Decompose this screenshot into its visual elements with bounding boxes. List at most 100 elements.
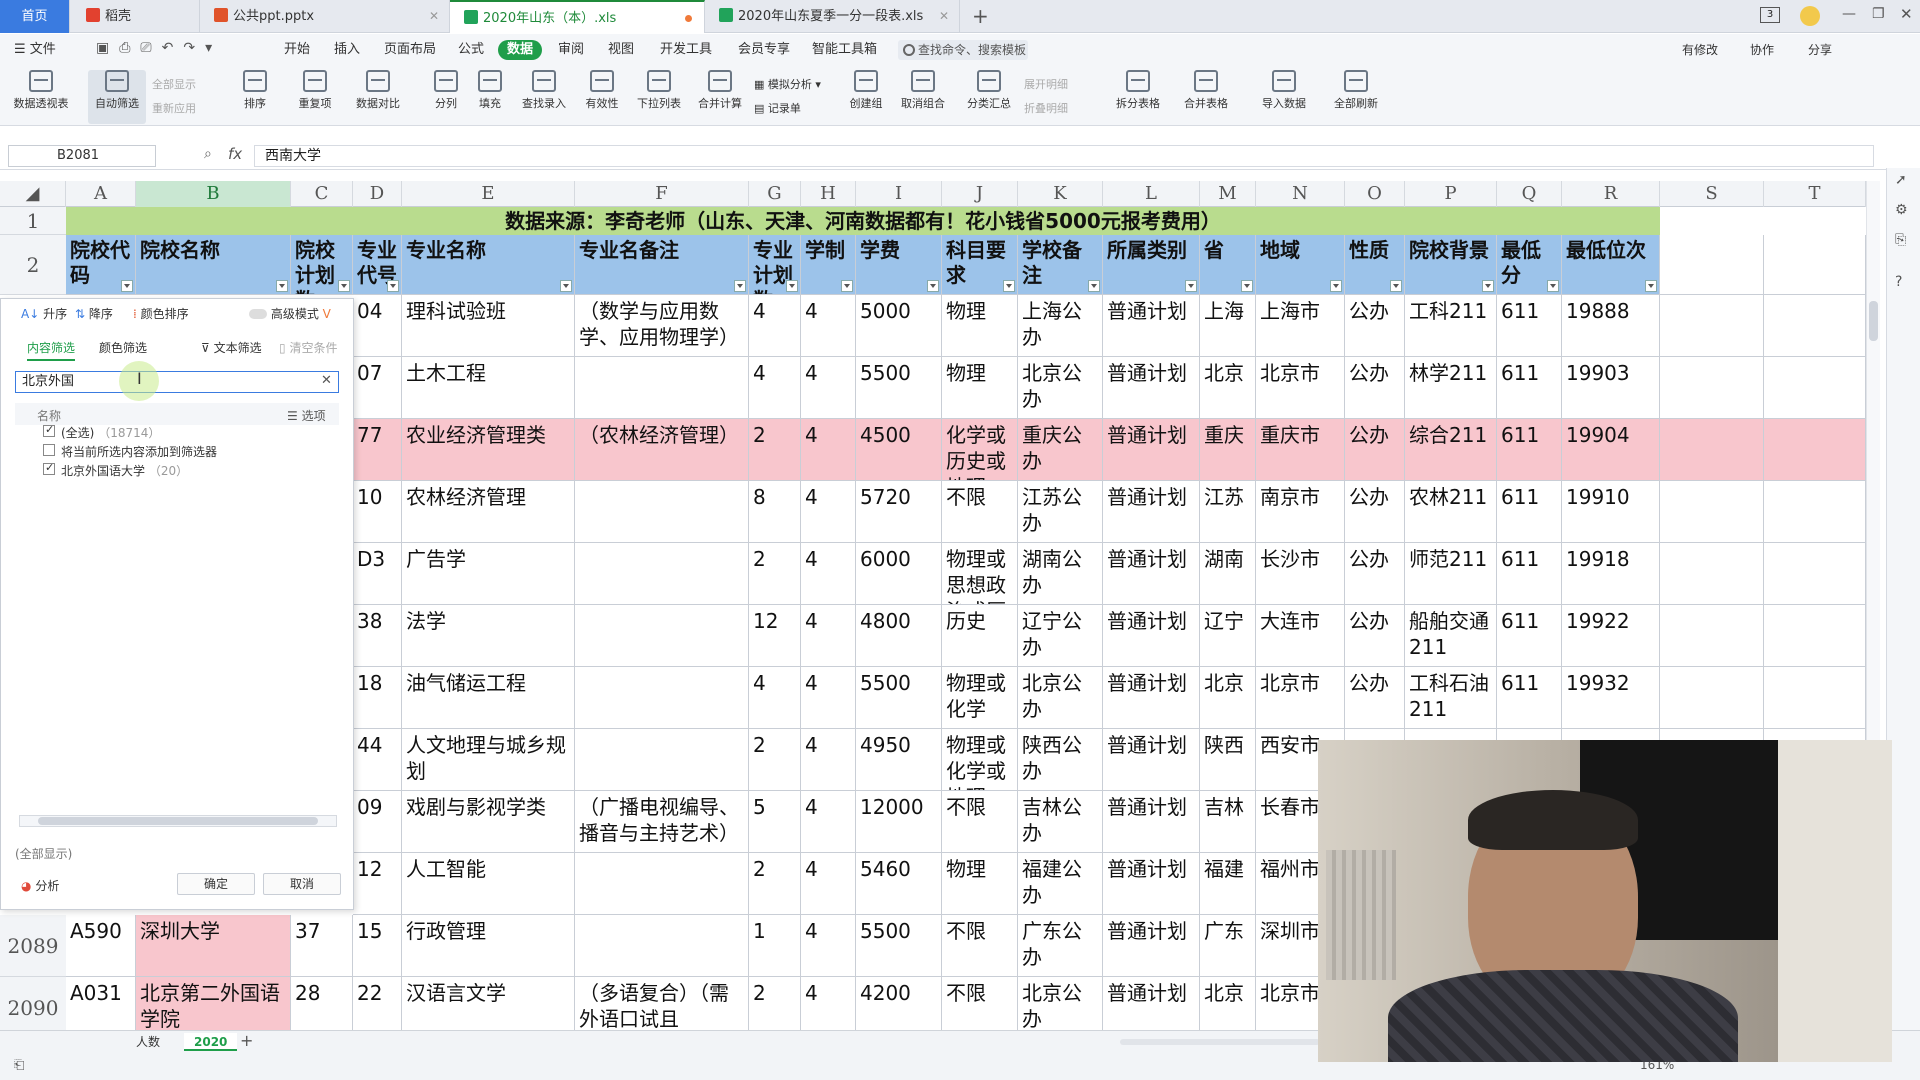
column-header-q[interactable]: Q	[1497, 181, 1562, 207]
tab-excel-shandong[interactable]: 2020年山东（本）.xls	[450, 0, 705, 33]
table-cell[interactable]: 4	[749, 667, 801, 729]
sort-by-color-button[interactable]: ⁞ 颜色排序	[133, 305, 189, 322]
table-cell[interactable]: 普通计划	[1103, 729, 1200, 791]
pointer-icon[interactable]: ➚	[1895, 172, 1907, 188]
filter-dropdown-icon[interactable]	[1003, 280, 1015, 292]
table-cell[interactable]: 18	[353, 667, 402, 729]
filter-dropdown-icon[interactable]	[786, 280, 798, 292]
table-cell[interactable]: 19910	[1562, 481, 1660, 543]
sheet-tab-2020[interactable]: 2020	[184, 1033, 238, 1051]
column-header-b[interactable]: B	[136, 181, 291, 207]
column-header-e[interactable]: E	[402, 181, 575, 207]
text-filter-button[interactable]: ⊽ 文本筛选	[201, 339, 262, 356]
column-header-t[interactable]: T	[1764, 181, 1866, 207]
empty-cell[interactable]	[1764, 481, 1866, 543]
table-cell[interactable]	[575, 667, 749, 729]
row-header-2[interactable]: 2	[0, 235, 66, 295]
table-cell[interactable]: 4	[801, 915, 856, 977]
fill-button[interactable]: 填充	[472, 70, 508, 124]
table-cell[interactable]: 2	[749, 853, 801, 915]
table-cell[interactable]: 不限	[942, 915, 1018, 977]
table-cell[interactable]: 物理或化学	[942, 667, 1018, 729]
list-item[interactable]: 北京外国语大学 （20）	[61, 462, 188, 479]
collaborate-button[interactable]: 协作	[1750, 40, 1774, 60]
table-cell[interactable]: 油气储运工程	[402, 667, 575, 729]
empty-cell[interactable]	[1660, 295, 1764, 357]
column-header-d[interactable]: D	[353, 181, 402, 207]
filter-dropdown-icon[interactable]	[1547, 280, 1559, 292]
menu-smart-tools[interactable]: 智能工具箱	[812, 40, 877, 60]
table-cell[interactable]: 19918	[1562, 543, 1660, 605]
table-cell[interactable]: 湖南	[1200, 543, 1256, 605]
filter-dropdown-icon[interactable]	[734, 280, 746, 292]
header-cell[interactable]: 科目要求	[942, 235, 1018, 295]
table-cell[interactable]: 4	[801, 853, 856, 915]
table-cell[interactable]: 普通计划	[1103, 481, 1200, 543]
table-cell[interactable]: 38	[353, 605, 402, 667]
macro-icon[interactable]: ⎗	[14, 1058, 24, 1073]
filter-dropdown-icon[interactable]	[1241, 280, 1253, 292]
table-cell[interactable]: 林学211	[1405, 357, 1497, 419]
table-cell[interactable]: 611	[1497, 357, 1562, 419]
record-form-button[interactable]: ▤ 记录单	[754, 100, 801, 116]
table-cell[interactable]: 公办	[1345, 357, 1405, 419]
quick-access-icons[interactable]: ▣⎙⎚↶↷▾	[96, 40, 222, 56]
table-cell[interactable]: 04	[353, 295, 402, 357]
table-cell[interactable]: 师范211	[1405, 543, 1497, 605]
table-cell[interactable]: 10	[353, 481, 402, 543]
table-cell[interactable]	[575, 481, 749, 543]
table-cell[interactable]: 09	[353, 791, 402, 853]
table-cell[interactable]: 8	[749, 481, 801, 543]
table-cell[interactable]: 37	[291, 915, 353, 977]
table-cell[interactable]: 广东	[1200, 915, 1256, 977]
table-cell[interactable]: 不限	[942, 791, 1018, 853]
table-cell[interactable]: 12	[749, 605, 801, 667]
close-icon[interactable]: ✕	[429, 0, 439, 33]
table-cell[interactable]: 长沙市	[1256, 543, 1345, 605]
table-cell[interactable]: 4	[801, 605, 856, 667]
table-cell[interactable]: 4800	[856, 605, 942, 667]
table-cell[interactable]: 陕西公办	[1018, 729, 1103, 791]
table-cell[interactable]: 19922	[1562, 605, 1660, 667]
table-cell[interactable]: 重庆市	[1256, 419, 1345, 481]
add-sheet-icon[interactable]: +	[240, 1031, 253, 1050]
menu-developer[interactable]: 开发工具	[660, 40, 712, 60]
zoom-search-icon[interactable]: ⌕	[204, 146, 212, 162]
empty-cell[interactable]	[1764, 295, 1866, 357]
table-cell[interactable]: 北京	[1200, 667, 1256, 729]
table-cell[interactable]: 物理	[942, 853, 1018, 915]
table-cell[interactable]	[575, 357, 749, 419]
table-cell[interactable]: （农林经济管理）	[575, 419, 749, 481]
data-compare-button[interactable]: 数据对比	[350, 70, 406, 124]
header-cell[interactable]: 最低分	[1497, 235, 1562, 295]
header-cell[interactable]: 专业名称	[402, 235, 575, 295]
table-cell[interactable]: 江苏公办	[1018, 481, 1103, 543]
table-cell[interactable]: 工科211	[1405, 295, 1497, 357]
table-cell[interactable]: 611	[1497, 419, 1562, 481]
table-cell[interactable]: 理科试验班	[402, 295, 575, 357]
checkbox-add-to-filter[interactable]	[43, 444, 55, 456]
advanced-mode-toggle[interactable]: 高级模式 V	[249, 305, 331, 322]
what-if-button[interactable]: ▦ 模拟分析 ▾	[754, 76, 821, 92]
consolidate-button[interactable]: 合并计算	[694, 70, 746, 124]
horizontal-scrollbar[interactable]	[1120, 1039, 1320, 1045]
table-cell[interactable]: 工科石油211	[1405, 667, 1497, 729]
clear-condition-button[interactable]: ▯ 清空条件	[279, 339, 337, 356]
table-cell[interactable]: 4	[801, 357, 856, 419]
table-cell[interactable]: 19888	[1562, 295, 1660, 357]
filter-dropdown-icon[interactable]	[1482, 280, 1494, 292]
cancel-button[interactable]: 取消	[263, 873, 341, 895]
table-cell[interactable]: 07	[353, 357, 402, 419]
table-cell[interactable]: 5500	[856, 667, 942, 729]
table-cell[interactable]: 农业经济管理类	[402, 419, 575, 481]
duplicates-button[interactable]: 重复项	[292, 70, 338, 124]
column-header-n[interactable]: N	[1256, 181, 1345, 207]
empty-cell[interactable]	[1764, 235, 1866, 295]
menu-insert[interactable]: 插入	[334, 40, 360, 60]
new-tab-plus-icon[interactable]: +	[972, 4, 989, 28]
table-cell[interactable]: 化学或历史或地理	[942, 419, 1018, 481]
ungroup-button[interactable]: 取消组合	[896, 70, 950, 124]
menu-data[interactable]: 数据	[498, 40, 543, 60]
header-cell[interactable]: 地域	[1256, 235, 1345, 295]
table-cell[interactable]: 公办	[1345, 605, 1405, 667]
